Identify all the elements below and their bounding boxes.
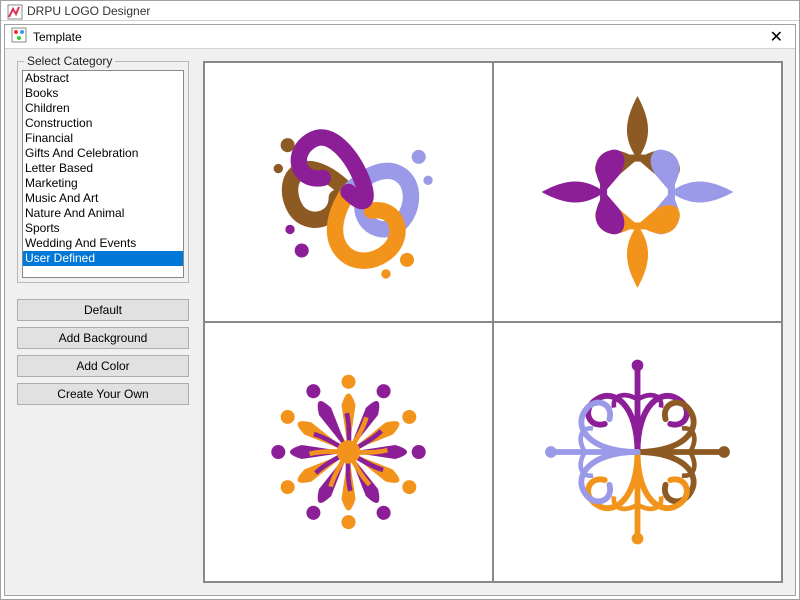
template-dialog-title: Template — [33, 30, 82, 44]
template-thumb-fleur[interactable] — [493, 62, 782, 322]
template-thumb-scroll[interactable] — [493, 322, 782, 582]
category-list[interactable]: AbstractBooksChildrenConstructionFinanci… — [22, 70, 184, 278]
outer-window: DRPU LOGO Designer Template ✕ Select Cat… — [0, 0, 800, 600]
category-item[interactable]: Sports — [23, 221, 183, 236]
category-item[interactable]: Music And Art — [23, 191, 183, 206]
category-item[interactable]: Children — [23, 101, 183, 116]
category-item[interactable]: Marketing — [23, 176, 183, 191]
button-stack: Default Add Background Add Color Create … — [17, 299, 189, 405]
add-color-button[interactable]: Add Color — [17, 355, 189, 377]
close-icon[interactable]: ✕ — [764, 27, 789, 47]
outer-window-title: DRPU LOGO Designer — [27, 4, 150, 18]
create-your-own-button[interactable]: Create Your Own — [17, 383, 189, 405]
swirl-ornament-icon — [217, 75, 480, 309]
add-background-button[interactable]: Add Background — [17, 327, 189, 349]
category-item[interactable]: Construction — [23, 116, 183, 131]
category-fieldset: Select Category AbstractBooksChildrenCon… — [17, 61, 189, 283]
outer-titlebar: DRPU LOGO Designer — [1, 1, 799, 21]
category-item[interactable]: Letter Based — [23, 161, 183, 176]
category-item[interactable]: Gifts And Celebration — [23, 146, 183, 161]
floral-mandala-icon — [217, 335, 480, 569]
template-dialog: Template ✕ Select Category AbstractBooks… — [4, 24, 796, 596]
template-thumb-swirl[interactable] — [204, 62, 493, 322]
category-fieldset-label: Select Category — [24, 54, 115, 68]
template-dialog-titlebar: Template ✕ — [5, 25, 795, 49]
template-dialog-icon — [11, 27, 27, 46]
default-button[interactable]: Default — [17, 299, 189, 321]
scroll-diamond-icon — [506, 335, 769, 569]
category-item[interactable]: User Defined — [23, 251, 183, 266]
template-preview-grid — [203, 61, 783, 583]
app-icon — [7, 4, 21, 18]
fleur-de-lis-quad-icon — [506, 75, 769, 309]
category-item[interactable]: Wedding And Events — [23, 236, 183, 251]
category-item[interactable]: Nature And Animal — [23, 206, 183, 221]
category-item[interactable]: Abstract — [23, 71, 183, 86]
category-item[interactable]: Financial — [23, 131, 183, 146]
client-area: Select Category AbstractBooksChildrenCon… — [5, 49, 795, 595]
template-thumb-floral[interactable] — [204, 322, 493, 582]
sidebar: Select Category AbstractBooksChildrenCon… — [17, 61, 189, 583]
category-item[interactable]: Books — [23, 86, 183, 101]
